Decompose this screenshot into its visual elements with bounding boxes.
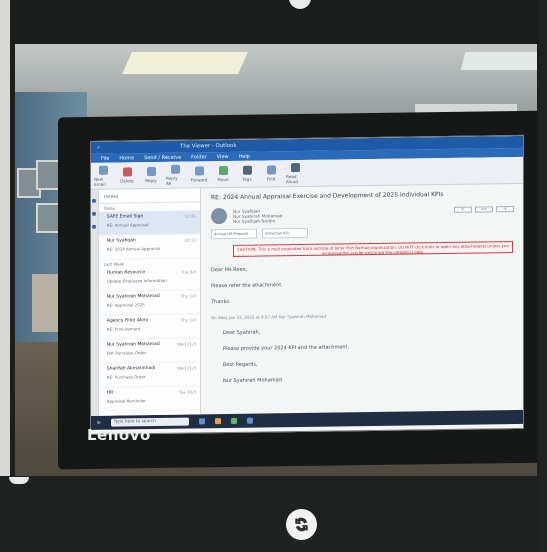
- wall-frame: [36, 203, 60, 233]
- reply-button[interactable]: Reply: [142, 167, 160, 183]
- folder-icon[interactable]: [214, 418, 221, 425]
- message-list-item[interactable]: Nur Syahirah Mohamad RE: Appraisal 2025 …: [98, 290, 200, 316]
- search-icon: ⌕: [97, 144, 101, 151]
- top-crop-bar: [0, 0, 547, 44]
- message-actions: ↶ ↶↶ ↷: [454, 206, 514, 213]
- mail-nav-icon[interactable]: [92, 198, 97, 203]
- email-line: Please refer the attachment.: [211, 282, 283, 290]
- email-subject: RE: 2024 Annual Appraisal Exercise and D…: [211, 191, 444, 202]
- tab-folder[interactable]: Folder: [191, 154, 206, 160]
- reading-pane: RE: 2024 Annual Appraisal Exercise and D…: [201, 184, 523, 414]
- tab-send-receive[interactable]: Send / Receive: [144, 154, 181, 161]
- email-line: Dear Ms Reen,: [211, 266, 248, 274]
- forward-icon: [194, 166, 204, 176]
- tab-help[interactable]: Help: [239, 153, 250, 159]
- move-icon: [218, 166, 228, 176]
- forward-button[interactable]: Forward: [190, 166, 208, 183]
- left-edge: [0, 0, 10, 552]
- reply-all-button[interactable]: Reply All: [166, 164, 184, 185]
- message-list: Unread Today SAFE Email Sign RE: Annual …: [98, 188, 201, 416]
- email-line: Nur Syahirah Mohamad: [223, 377, 282, 385]
- avatar: [211, 208, 227, 225]
- find-button[interactable]: Find: [262, 165, 280, 181]
- move-button[interactable]: Move: [214, 166, 232, 182]
- email-line: On Wed, Jan 15, 2025 at 9:57 AM Nur Syah…: [211, 313, 326, 321]
- email-line: Dear Syahirah,: [223, 329, 261, 337]
- edge-icon[interactable]: [198, 418, 205, 425]
- reply-icon: [146, 167, 156, 177]
- message-list-item[interactable]: Nur Syafiqah RE: 2024 Annual Appraisal 1…: [98, 234, 200, 260]
- reply-all-action[interactable]: ↶↶: [475, 206, 493, 213]
- reply-all-icon: [170, 164, 180, 174]
- message-list-item[interactable]: Agency Fillot Akmi RE: Procurement Thu 1…: [98, 314, 200, 340]
- rotate-icon: [295, 517, 308, 532]
- unread-filter[interactable]: Unread: [98, 188, 200, 204]
- message-list-item[interactable]: Sharifah Akmatinhadi RE: Purchase Order …: [98, 362, 200, 388]
- outlook-icon[interactable]: [246, 417, 253, 424]
- scanner-preview-screen: ⌕ The Viewer - Outlook File Home Send / …: [0, 0, 547, 552]
- right-edge: [539, 0, 547, 552]
- outlook-body: Unread Today SAFE Email Sign RE: Annual …: [91, 184, 523, 416]
- read-aloud-icon: [290, 162, 300, 172]
- window-title: The Viewer - Outlook: [180, 142, 237, 150]
- captured-photo: ⌕ The Viewer - Outlook File Home Send / …: [15, 44, 537, 476]
- email-line: Best Regards,: [223, 361, 258, 369]
- tab-home[interactable]: Home: [119, 155, 134, 161]
- message-list-item[interactable]: Human Resource Update Employee Informati…: [98, 266, 200, 292]
- windows-start-icon[interactable]: ⊞: [97, 420, 101, 425]
- bottom-toolbar: [0, 476, 547, 552]
- attachments-row: Annual HR Proposal Individual KPI: [211, 225, 513, 240]
- attachment-file[interactable]: Annual HR Proposal: [211, 228, 257, 240]
- outlook-screen: ⌕ The Viewer - Outlook File Home Send / …: [90, 134, 524, 435]
- mail-icon: [98, 165, 108, 175]
- tab-file[interactable]: File: [101, 155, 109, 161]
- people-nav-icon[interactable]: [92, 224, 97, 229]
- rotate-button[interactable]: [286, 509, 317, 540]
- monitor: ⌕ The Viewer - Outlook File Home Send / …: [58, 110, 537, 470]
- monitor-brand: Lenovo: [87, 426, 151, 444]
- tag-icon: [242, 165, 252, 175]
- email-line: Thanks: [211, 299, 229, 306]
- sender-meta: Nur Syafiqah Nur Syahirah Mohamad Nur Sy…: [233, 208, 283, 224]
- ceiling-light: [460, 52, 537, 70]
- navigation-rail: [91, 189, 99, 416]
- tab-view[interactable]: View: [217, 154, 229, 160]
- email-line: Please provide your 2024 KPI and the att…: [223, 344, 350, 353]
- read-aloud-button[interactable]: Read Aloud: [286, 162, 304, 184]
- app-icon[interactable]: [230, 417, 237, 424]
- message-list-item[interactable]: HR Appraisal Reminder Tue 30/3: [98, 386, 200, 412]
- new-email-button[interactable]: New Email: [94, 165, 112, 186]
- delete-button[interactable]: Delete: [118, 167, 136, 184]
- tags-button[interactable]: Tags: [238, 165, 256, 182]
- find-icon: [266, 165, 276, 175]
- message-list-item[interactable]: Nur Syahirah Mohamad FW: Purchase Order …: [98, 338, 200, 364]
- message-list-item[interactable]: SAFE Email Sign RE: Annual Appraisal 12:…: [98, 210, 200, 236]
- ceiling-light: [122, 52, 248, 74]
- wall-frame: [36, 160, 60, 190]
- top-crop-handle[interactable]: [289, 0, 311, 9]
- attachment-file[interactable]: Individual KPI: [262, 227, 308, 239]
- external-email-warning: CAUTION: This e-mail originated from out…: [233, 241, 513, 257]
- reply-action[interactable]: ↶: [454, 206, 472, 213]
- calendar-nav-icon[interactable]: [92, 211, 97, 216]
- forward-action[interactable]: ↷: [496, 206, 514, 213]
- delete-icon: [122, 167, 132, 177]
